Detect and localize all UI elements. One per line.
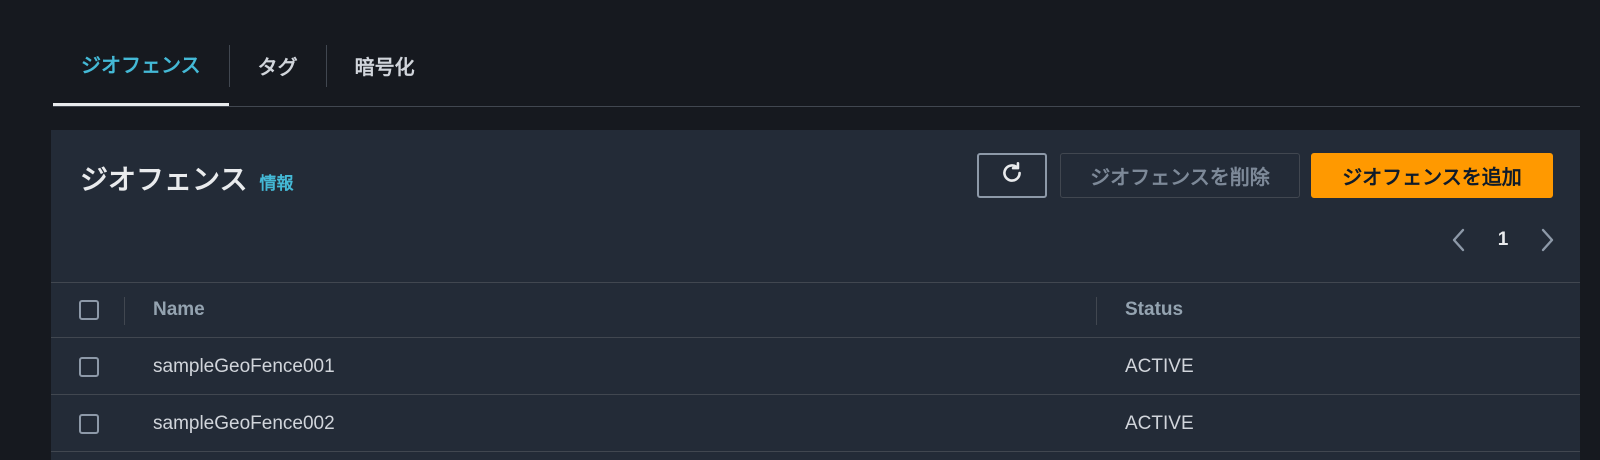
column-divider[interactable] <box>1096 297 1097 325</box>
geofences-panel: ジオフェンス 情報 ジオフェンスを削除 ジオフェンスを追加 1 Name Sta… <box>51 130 1580 460</box>
column-header-name[interactable]: Name <box>153 299 205 321</box>
info-link[interactable]: 情報 <box>259 169 293 194</box>
pagination: 1 <box>1448 225 1558 255</box>
page-number[interactable]: 1 <box>1498 229 1509 251</box>
column-divider <box>124 297 125 325</box>
add-geofence-button[interactable]: ジオフェンスを追加 <box>1311 153 1553 198</box>
geofence-name: sampleGeoFence001 <box>153 356 335 377</box>
table-row[interactable]: sampleGeoFence001 ACTIVE <box>51 339 1580 395</box>
tab-encryption[interactable]: 暗号化 <box>327 43 443 87</box>
row-checkbox[interactable] <box>79 414 99 434</box>
tab-geofences[interactable]: ジオフェンス <box>53 43 229 106</box>
select-all-checkbox[interactable] <box>79 300 99 320</box>
refresh-icon <box>999 160 1025 192</box>
delete-geofence-button[interactable]: ジオフェンスを削除 <box>1060 153 1300 198</box>
geofence-status: ACTIVE <box>1125 356 1194 377</box>
page-title: ジオフェンス <box>80 164 248 195</box>
chevron-left-icon[interactable] <box>1448 226 1470 254</box>
row-checkbox[interactable] <box>79 357 99 377</box>
column-header-status[interactable]: Status <box>1125 299 1183 321</box>
table-row[interactable]: sampleGeoFence002 ACTIVE <box>51 396 1580 452</box>
geofence-status: ACTIVE <box>1125 413 1194 434</box>
tab-bar: ジオフェンス タグ 暗号化 <box>53 43 1580 107</box>
refresh-button[interactable] <box>977 153 1047 198</box>
geofence-name: sampleGeoFence002 <box>153 413 335 434</box>
table-header: Name Status <box>51 283 1580 338</box>
chevron-right-icon[interactable] <box>1536 226 1558 254</box>
panel-header: ジオフェンス 情報 ジオフェンスを削除 ジオフェンスを追加 1 <box>51 130 1580 283</box>
panel-title-group: ジオフェンス 情報 <box>80 158 293 198</box>
tab-tags[interactable]: タグ <box>230 43 326 87</box>
